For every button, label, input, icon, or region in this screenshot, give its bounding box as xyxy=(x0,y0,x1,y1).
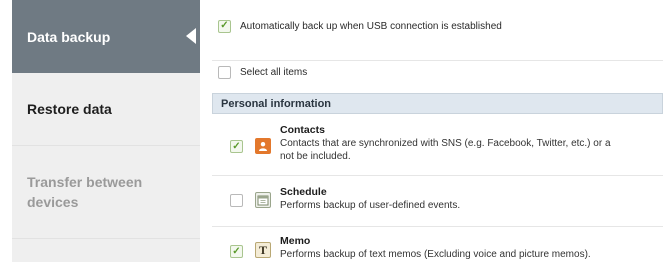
sidebar-item-label: Transfer between devices xyxy=(27,174,143,210)
active-item-pointer xyxy=(186,28,196,44)
sidebar-item-data-backup[interactable]: Data backup xyxy=(12,0,200,73)
item-title: Contacts xyxy=(280,124,325,136)
backup-item-contacts[interactable]: ✓ Contacts Contacts that are synchronize… xyxy=(212,115,663,176)
backup-item-schedule[interactable]: Schedule Performs backup of user-defined… xyxy=(212,177,663,227)
backup-item-memo[interactable]: ✓ T Memo Performs backup of text memos (… xyxy=(212,228,663,262)
sidebar-item-restore-data[interactable]: Restore data xyxy=(12,73,200,146)
calendar-icon xyxy=(255,192,271,208)
contacts-icon xyxy=(255,138,271,154)
item-title: Memo xyxy=(280,235,311,247)
item-description: Performs backup of user-defined events. xyxy=(280,200,461,211)
section-title: Personal information xyxy=(221,97,332,110)
item-description: Performs backup of text memos (Excluding… xyxy=(280,249,591,260)
item-description: not be included. xyxy=(280,151,351,162)
sidebar-item-label: Data backup xyxy=(27,28,111,45)
contacts-checkbox[interactable]: ✓ xyxy=(230,140,243,153)
sidebar: Data backup Restore data Transfer betwee… xyxy=(0,0,200,262)
section-header-personal-information: Personal information xyxy=(212,93,663,114)
checkmark-icon: ✓ xyxy=(232,140,241,152)
select-all-option[interactable]: Select all items xyxy=(212,60,663,84)
item-description: Contacts that are synchronized with SNS … xyxy=(280,138,611,149)
auto-backup-option[interactable]: ✓ Automatically back up when USB connect… xyxy=(212,15,663,37)
auto-backup-checkbox[interactable]: ✓ xyxy=(218,19,231,33)
contacts-text: Contacts Contacts that are synchronized … xyxy=(280,124,663,163)
memo-checkbox[interactable]: ✓ xyxy=(230,245,243,258)
select-all-checkbox[interactable] xyxy=(218,66,231,79)
auto-backup-label: Automatically back up when USB connectio… xyxy=(240,20,502,32)
sidebar-item-transfer-between-devices[interactable]: Transfer between devices xyxy=(12,146,200,239)
sidebar-item-label: Restore data xyxy=(27,101,112,117)
schedule-text: Schedule Performs backup of user-defined… xyxy=(280,186,663,212)
backup-panel: ✓ Automatically back up when USB connect… xyxy=(212,0,663,262)
memo-text: Memo Performs backup of text memos (Excl… xyxy=(280,235,663,261)
checkmark-icon: ✓ xyxy=(220,20,229,31)
memo-icon: T xyxy=(255,242,271,258)
sidebar-item-more xyxy=(12,239,200,262)
checkmark-icon: ✓ xyxy=(232,245,241,257)
item-title: Schedule xyxy=(280,186,327,198)
schedule-checkbox[interactable] xyxy=(230,194,243,207)
select-all-label: Select all items xyxy=(240,67,308,78)
